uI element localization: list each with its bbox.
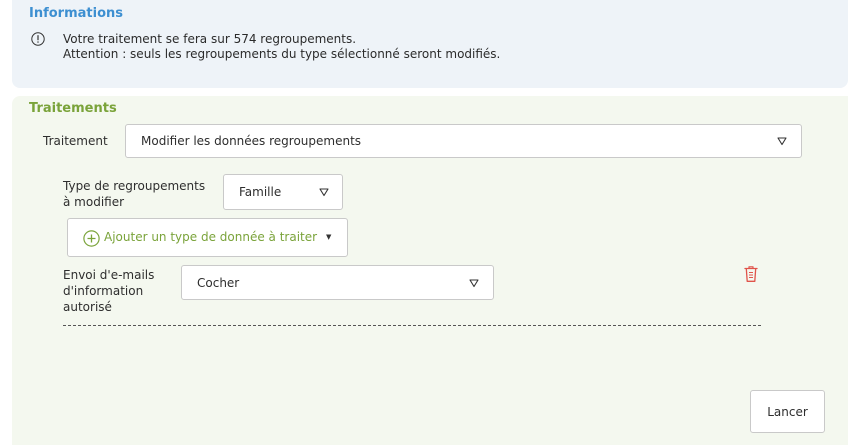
add-data-type-label: Ajouter un type de donnée à traiter	[104, 230, 318, 244]
info-circle-icon	[31, 32, 45, 46]
informations-title: Informations	[29, 6, 124, 21]
chevron-down-icon	[777, 137, 787, 146]
treatment-label: Traitement	[43, 134, 108, 148]
caret-down-icon: ▼	[326, 233, 332, 241]
chevron-down-icon	[319, 188, 329, 197]
info-message-warning: Attention : seuls les regroupements du t…	[63, 47, 501, 61]
section-divider	[63, 325, 761, 326]
launch-button[interactable]: Lancer	[750, 390, 825, 433]
trash-icon[interactable]	[743, 265, 759, 283]
group-type-select[interactable]: Famille	[223, 174, 343, 210]
email-select-value: Cocher	[197, 275, 240, 290]
email-label: Envoi d'e-mails d'information autorisé	[63, 268, 155, 314]
group-type-select-value: Famille	[239, 185, 282, 199]
plus-circle-icon	[83, 230, 100, 247]
info-message-count: Votre traitement se fera sur 574 regroup…	[63, 32, 357, 46]
traitements-panel: Traitements Traitement Modifier les donn…	[12, 96, 848, 445]
chevron-down-icon	[469, 278, 479, 287]
email-select[interactable]: Cocher	[181, 265, 494, 300]
group-type-label: Type de regroupements à modifier	[63, 179, 206, 209]
add-data-type-button[interactable]: Ajouter un type de donnée à traiter ▼	[67, 218, 348, 257]
treatment-select[interactable]: Modifier les données regroupements	[125, 124, 802, 158]
traitements-title: Traitements	[29, 101, 117, 116]
treatment-select-value: Modifier les données regroupements	[141, 134, 362, 148]
